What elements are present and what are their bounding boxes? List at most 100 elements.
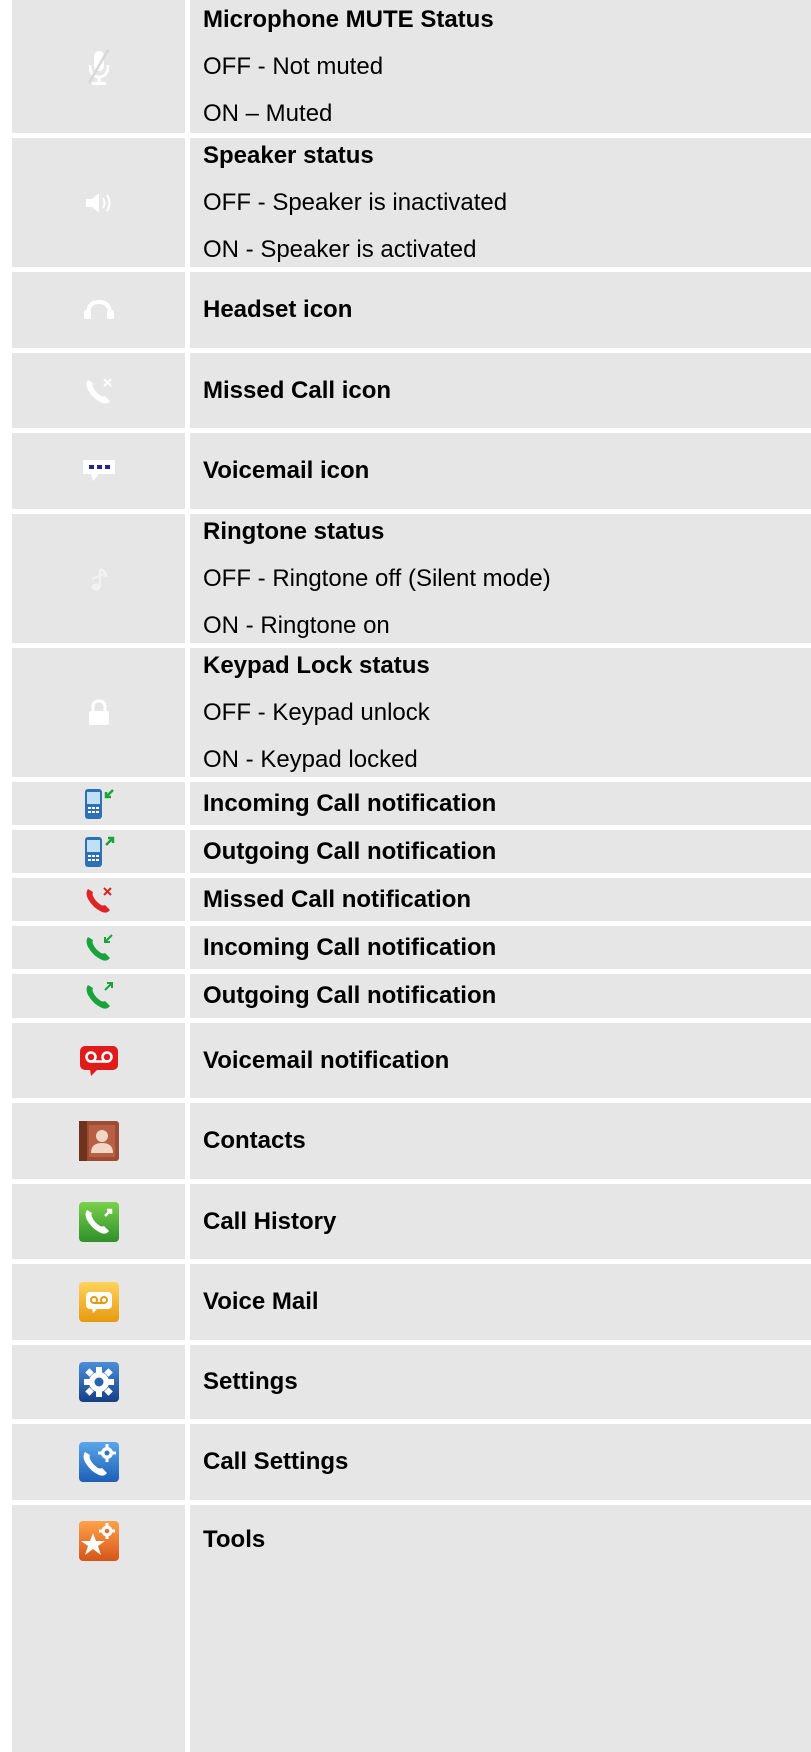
description-cell: Outgoing Call notification — [190, 830, 811, 873]
description-cell: Keypad Lock status OFF - Keypad unlock O… — [190, 648, 811, 777]
tools-icon — [77, 1519, 121, 1563]
incoming-call-handset-icon — [82, 931, 116, 965]
description-cell: Contacts — [190, 1103, 811, 1179]
description-cell: Voice Mail — [190, 1264, 811, 1340]
table-row: Ringtone status OFF - Ringtone off (Sile… — [0, 514, 811, 643]
description-cell: Tools — [190, 1505, 811, 1752]
table-row: Outgoing Call notification — [0, 974, 811, 1018]
missed-call-icon — [82, 374, 116, 408]
description-cell: Headset icon — [190, 272, 811, 348]
table-row: Missed Call notification — [0, 878, 811, 921]
description-cell: Voicemail icon — [190, 433, 811, 509]
icon-cell — [12, 1424, 185, 1500]
description-cell: Incoming Call notification — [190, 926, 811, 969]
row-title: Headset icon — [203, 296, 353, 323]
table-row: Headset icon — [0, 272, 811, 348]
table-row: Call History — [0, 1184, 811, 1259]
table-row: Settings — [0, 1345, 811, 1419]
icon-cell — [12, 1184, 185, 1259]
table-row: Speaker status OFF - Speaker is inactiva… — [0, 138, 811, 267]
row-detail: ON – Muted — [203, 100, 333, 127]
table-row: Incoming Call notification — [0, 926, 811, 969]
icon-cell — [12, 878, 185, 921]
description-cell: Incoming Call notification — [190, 782, 811, 825]
description-cell: Missed Call icon — [190, 353, 811, 428]
description-cell: Outgoing Call notification — [190, 974, 811, 1018]
voicemail-notification-icon — [78, 1043, 120, 1079]
icon-cell — [12, 514, 185, 643]
table-row: Voicemail icon — [0, 433, 811, 509]
icon-cell — [12, 272, 185, 348]
row-title: Voicemail icon — [203, 457, 370, 484]
icon-cell — [12, 926, 185, 969]
icon-cell — [12, 782, 185, 825]
table-row: Voicemail notification — [0, 1023, 811, 1098]
row-title: Voice Mail — [203, 1288, 319, 1315]
description-cell: Settings — [190, 1345, 811, 1419]
description-cell: Missed Call notification — [190, 878, 811, 921]
icon-cell — [12, 830, 185, 873]
row-detail: ON - Keypad locked — [203, 746, 418, 773]
icon-cell — [12, 138, 185, 267]
icon-cell — [12, 433, 185, 509]
table-row: Outgoing Call notification — [0, 830, 811, 873]
voicemail-icon — [81, 458, 117, 484]
missed-call-notification-icon — [82, 883, 116, 917]
description-cell: Ringtone status OFF - Ringtone off (Sile… — [190, 514, 811, 643]
description-cell: Voicemail notification — [190, 1023, 811, 1098]
row-detail: ON - Speaker is activated — [203, 236, 477, 263]
lock-icon — [86, 698, 112, 728]
icon-cell — [12, 1505, 185, 1752]
row-detail: OFF - Ringtone off (Silent mode) — [203, 565, 551, 592]
table-row: Keypad Lock status OFF - Keypad unlock O… — [0, 648, 811, 777]
row-title: Call Settings — [203, 1448, 349, 1475]
row-title: Tools — [203, 1526, 266, 1553]
row-detail: OFF - Not muted — [203, 53, 384, 80]
icon-cell — [12, 1264, 185, 1340]
row-title: Missed Call icon — [203, 376, 392, 404]
row-title: Ringtone status — [203, 518, 385, 545]
speaker-icon — [82, 190, 116, 216]
icon-cell — [12, 1023, 185, 1098]
call-history-icon — [77, 1200, 121, 1244]
incoming-call-phone-icon — [81, 786, 117, 822]
icon-cell — [12, 648, 185, 777]
table-row: Contacts — [0, 1103, 811, 1179]
table-row: Tools — [0, 1505, 811, 1752]
table-row: Missed Call icon — [0, 353, 811, 428]
description-cell: Speaker status OFF - Speaker is inactiva… — [190, 138, 811, 267]
table-row: Incoming Call notification — [0, 782, 811, 825]
icon-cell — [12, 0, 185, 133]
row-title: Voicemail notification — [203, 1046, 450, 1074]
row-title: Call History — [203, 1207, 337, 1235]
outgoing-call-phone-icon — [81, 834, 117, 870]
description-cell: Call Settings — [190, 1424, 811, 1500]
microphone-mute-icon — [84, 47, 114, 87]
headset-icon — [81, 298, 117, 322]
row-title: Incoming Call notification — [203, 789, 497, 817]
icon-cell — [12, 1345, 185, 1419]
outgoing-call-handset-icon — [82, 979, 116, 1013]
row-title: Outgoing Call notification — [203, 837, 497, 865]
table-row: Microphone MUTE Status OFF - Not muted O… — [0, 0, 811, 133]
table-row: Call Settings — [0, 1424, 811, 1500]
row-detail: OFF - Speaker is inactivated — [203, 189, 508, 216]
table-row: Voice Mail — [0, 1264, 811, 1340]
description-cell: Microphone MUTE Status OFF - Not muted O… — [190, 0, 811, 133]
row-title: Keypad Lock status — [203, 652, 430, 679]
ringtone-icon — [87, 563, 111, 595]
row-title: Outgoing Call notification — [203, 982, 497, 1009]
row-title: Speaker status — [203, 142, 374, 169]
icon-cell — [12, 974, 185, 1018]
row-title: Missed Call notification — [203, 885, 472, 913]
call-settings-icon — [77, 1440, 121, 1484]
row-title: Settings — [203, 1368, 298, 1395]
voice-mail-app-icon — [77, 1280, 121, 1324]
contacts-icon — [77, 1119, 121, 1163]
row-detail: OFF - Keypad unlock — [203, 699, 430, 726]
description-cell: Call History — [190, 1184, 811, 1259]
row-title: Microphone MUTE Status — [203, 6, 494, 33]
row-title: Contacts — [203, 1127, 306, 1154]
settings-icon — [77, 1360, 121, 1404]
icon-cell — [12, 353, 185, 428]
